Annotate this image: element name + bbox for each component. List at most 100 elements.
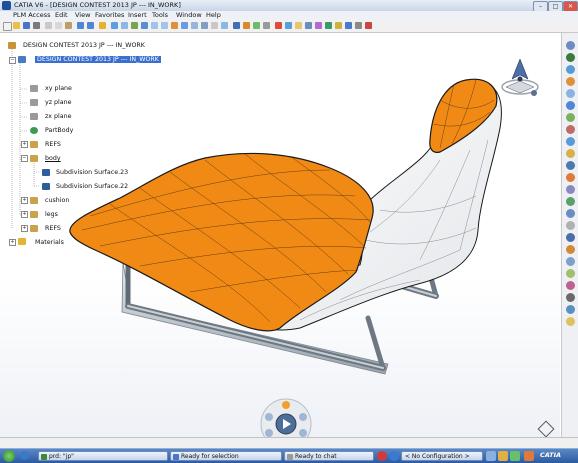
mirror-icon[interactable] — [566, 197, 575, 206]
menu-view[interactable]: View — [75, 11, 90, 19]
swap-visible-space-icon[interactable] — [221, 22, 228, 29]
workbench-icon[interactable] — [305, 22, 312, 29]
measure-icon[interactable] — [253, 22, 260, 29]
tree-expand-toggle[interactable]: + — [21, 197, 28, 204]
geometrical-set-icon[interactable] — [30, 155, 38, 162]
tree-item-cushion[interactable]: cushion — [45, 197, 69, 204]
tree-selected-part-label[interactable]: DESIGN CONTEST 2013 JP --- IN_WORK — [35, 56, 161, 63]
tree-item-yz-plane[interactable]: yz plane — [45, 99, 72, 106]
notification-icon[interactable] — [377, 451, 387, 461]
zoom-out-icon[interactable] — [161, 22, 168, 29]
tree-expand-toggle[interactable]: + — [21, 141, 28, 148]
extrude-icon[interactable] — [566, 173, 575, 182]
tree-item-refs-2[interactable]: REFS — [45, 225, 61, 232]
split-icon[interactable] — [566, 281, 575, 290]
compass-icon[interactable] — [498, 57, 546, 101]
menu-edit[interactable]: Edit — [55, 11, 68, 19]
geometrical-set-icon[interactable] — [30, 141, 38, 148]
formula-icon[interactable] — [335, 22, 342, 29]
menu-favorites[interactable]: Favorites — [95, 11, 124, 19]
tree-collapse-toggle[interactable]: − — [9, 57, 16, 64]
section-icon[interactable] — [566, 305, 575, 314]
tray-icon[interactable] — [510, 451, 520, 461]
tree-item-refs[interactable]: REFS — [45, 141, 61, 148]
geometrical-set-icon[interactable] — [30, 225, 38, 232]
tree-root-label[interactable]: DESIGN CONTEST 2013 JP --- IN_WORK — [23, 42, 145, 49]
sweep-icon[interactable] — [566, 149, 575, 158]
menu-window[interactable]: Window — [176, 11, 202, 19]
folder-icon[interactable] — [18, 238, 26, 245]
subdivision-icon[interactable] — [566, 53, 575, 62]
parameters-icon[interactable] — [325, 22, 332, 29]
tree-item-legs[interactable]: legs — [45, 211, 58, 218]
properties-icon[interactable] — [355, 22, 362, 29]
curve-icon[interactable] — [566, 137, 575, 146]
multi-view-icon[interactable] — [181, 22, 188, 29]
geometrical-set-icon[interactable] — [30, 197, 38, 204]
copy-icon[interactable] — [55, 22, 62, 29]
menu-help[interactable]: Help — [206, 11, 221, 19]
delete-icon[interactable] — [365, 22, 372, 29]
material-icon[interactable] — [243, 22, 250, 29]
partbody-icon[interactable] — [30, 127, 38, 134]
light-icon[interactable] — [566, 317, 575, 326]
crease-icon[interactable] — [566, 245, 575, 254]
tree-item-materials[interactable]: Materials — [35, 239, 64, 246]
cut-icon[interactable] — [45, 22, 52, 29]
subdivide-icon[interactable] — [566, 233, 575, 242]
geometrical-set-icon[interactable] — [30, 211, 38, 218]
workbench-switch-icon[interactable] — [566, 41, 575, 50]
task-ready-to-chat[interactable]: Ready to chat — [284, 451, 374, 461]
shading-icon[interactable] — [201, 22, 208, 29]
update-icon[interactable] — [285, 22, 292, 29]
torus-icon[interactable] — [566, 125, 575, 134]
surface-modify-icon[interactable] — [566, 77, 575, 86]
rotate-icon[interactable] — [141, 22, 148, 29]
stop-icon[interactable] — [275, 22, 282, 29]
new-icon[interactable] — [3, 22, 12, 31]
hide-show-icon[interactable] — [211, 22, 218, 29]
menu-insert[interactable]: Insert — [128, 11, 147, 19]
extract-icon[interactable] — [566, 269, 575, 278]
task-ready-for-selection[interactable]: Ready for selection — [170, 451, 282, 461]
subdivision-surface-icon[interactable] — [42, 169, 50, 176]
tray-icon[interactable] — [486, 451, 496, 461]
box-icon[interactable] — [566, 113, 575, 122]
plm-icon[interactable] — [345, 22, 352, 29]
undo-icon[interactable] — [77, 22, 84, 29]
sketch-icon[interactable] — [295, 22, 302, 29]
tree-item-subdivision-surface-23[interactable]: Subdivision Surface.23 — [56, 169, 128, 176]
sphere-icon[interactable] — [566, 101, 575, 110]
save-icon[interactable] — [23, 22, 30, 29]
configuration-selector[interactable]: < No Configuration > — [401, 451, 483, 461]
tree-expand-toggle[interactable]: + — [21, 225, 28, 232]
tree-item-zx-plane[interactable]: zx plane — [45, 113, 72, 120]
part-icon[interactable] — [18, 56, 26, 63]
menu-tools[interactable]: Tools — [152, 11, 168, 19]
quicklaunch-ie-icon[interactable] — [20, 451, 29, 460]
paste-icon[interactable] — [65, 22, 72, 29]
menu-plm-access[interactable]: PLM Access — [13, 11, 50, 19]
plane-icon[interactable] — [30, 85, 38, 92]
render-style-icon[interactable] — [233, 22, 240, 29]
edit-icon[interactable] — [566, 221, 575, 230]
blend-icon[interactable] — [566, 185, 575, 194]
subdivision-surface-icon[interactable] — [42, 183, 50, 190]
pan-icon[interactable] — [131, 22, 138, 29]
analysis-icon[interactable] — [566, 293, 575, 302]
tree-item-body[interactable]: body — [45, 155, 61, 162]
fit-all-icon[interactable] — [121, 22, 128, 29]
what-is-this-icon[interactable] — [99, 22, 106, 29]
3d-viewport[interactable]: DESIGN CONTEST 2013 JP --- IN_WORK − DES… — [0, 33, 560, 437]
iso-view-icon[interactable] — [191, 22, 198, 29]
revolve-icon[interactable] — [566, 161, 575, 170]
tree-collapse-toggle[interactable]: − — [21, 155, 28, 162]
tree-item-xy-plane[interactable]: xy plane — [45, 85, 72, 92]
tree-expand-toggle[interactable]: + — [21, 211, 28, 218]
product-root-icon[interactable] — [8, 42, 16, 49]
search-icon[interactable] — [263, 22, 270, 29]
open-icon[interactable] — [13, 22, 20, 29]
plane-icon[interactable] — [30, 113, 38, 120]
tree-item-subdivision-surface-22[interactable]: Subdivision Surface.22 — [56, 183, 128, 190]
robot-manipulator-icon[interactable] — [255, 397, 317, 437]
